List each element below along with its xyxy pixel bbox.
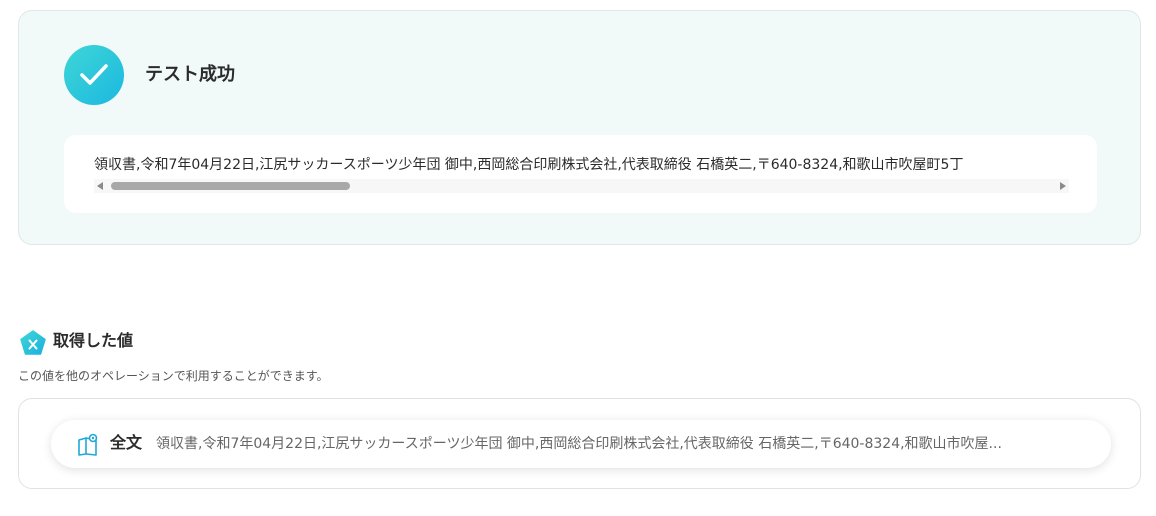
test-output-box: 領収書,令和7年04月22日,江尻サッカースポーツ少年団 御中,西岡総合印刷株式… — [64, 135, 1097, 213]
scroll-left-arrow-icon[interactable] — [97, 182, 103, 190]
value-label: 全文 — [110, 433, 143, 452]
scroll-right-arrow-icon[interactable] — [1060, 182, 1066, 190]
value-text: 領収書,令和7年04月22日,江尻サッカースポーツ少年団 御中,西岡総合印刷株式… — [156, 436, 1002, 452]
test-success-title: テスト成功 — [145, 64, 235, 85]
acquired-values-panel: 全文 領収書,令和7年04月22日,江尻サッカースポーツ少年団 御中,西岡総合印… — [18, 398, 1141, 489]
acquired-values-description: この値を他のオペレーションで利用することができます。 — [18, 369, 329, 383]
test-success-panel: テスト成功 領収書,令和7年04月22日,江尻サッカースポーツ少年団 御中,西岡… — [18, 10, 1141, 245]
scrollbar-thumb[interactable] — [111, 182, 350, 190]
value-chip-full-text[interactable]: 全文 領収書,令和7年04月22日,江尻サッカースポーツ少年団 御中,西岡総合印… — [51, 420, 1111, 468]
horizontal-scrollbar[interactable] — [94, 179, 1069, 193]
test-output-text: 領収書,令和7年04月22日,江尻サッカースポーツ少年団 御中,西岡総合印刷株式… — [94, 157, 964, 173]
check-circle-icon — [64, 45, 124, 105]
variable-pentagon-icon — [19, 329, 47, 357]
document-icon — [76, 433, 100, 457]
acquired-values-title: 取得した値 — [53, 331, 134, 350]
